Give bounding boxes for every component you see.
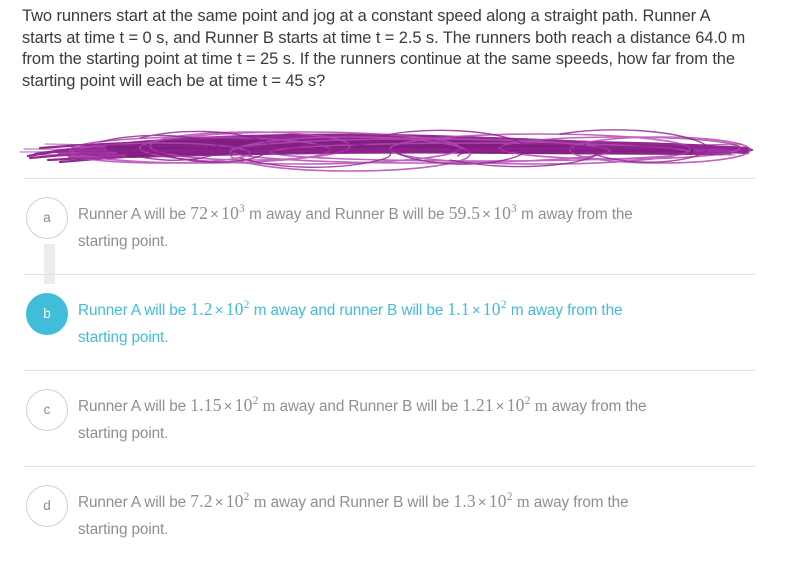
answer-d-line2: starting point. [78,521,169,538]
answer-option-d[interactable]: d Runner A will be 7.2 × 102 m away and Ru… [0,467,792,562]
answer-c-unit-2: m [534,396,548,415]
answer-d-unit-2: m [516,492,530,511]
answer-d-unit-1: m [253,492,267,511]
answer-option-b[interactable]: b Runner A will be 1.2 × 102 m away and ru… [0,275,792,370]
answer-b-pre: Runner A will be [78,302,191,319]
answer-text-d: Runner A will be 7.2 × 102 m away and Runn… [78,488,752,543]
answer-bullet-b[interactable]: b [26,293,68,335]
scribble-ink [19,129,754,172]
answer-c-value-2: 1.21 × 102 [462,395,531,415]
answer-b-value-1: 1.2 × 102 [190,299,250,319]
answer-a-value-2: 59.5 × 103 [448,203,517,223]
answer-option-a[interactable]: a Runner A will be 72 × 103 m away and Run… [0,179,792,274]
answer-c-mid: away and Runner B will be [275,398,463,415]
answer-a-mid: away and Runner B will be [261,206,449,223]
answer-text-c: Runner A will be 1.15 × 102 m away and Run… [78,392,752,447]
answer-a-pre: Runner A will be [78,206,191,223]
answer-b-line2: starting point. [78,329,169,346]
answer-b-unit-2: m [510,302,524,319]
answer-text-b: Runner A will be 1.2 × 102 m away and runn… [78,296,752,351]
answer-d-value-1: 7.2 × 102 [190,491,250,511]
answer-c-line2: starting point. [78,425,169,442]
question-stem: Two runners start at the same point and … [22,7,746,90]
answer-text-a: Runner A will be 72 × 103 m away and Runne… [78,200,752,255]
answer-bullet-a[interactable]: a [26,197,68,239]
answer-options-list: a Runner A will be 72 × 103 m away and Run… [0,178,792,562]
answer-a-value-1: 72 × 103 [190,203,245,223]
answer-bullet-c[interactable]: c [26,389,68,431]
answer-d-end: away from the [529,494,629,511]
answer-a-unit-2: m [521,206,534,223]
answer-b-unit-1: m [253,302,267,319]
answer-a-unit-1: m [249,206,262,223]
answer-option-c[interactable]: c Runner A will be 1.15 × 102 m away and R… [0,371,792,466]
answer-a-line2: starting point. [78,233,169,250]
scribble-annotation-region [0,118,792,284]
answer-d-value-2: 1.3 × 102 [453,491,513,511]
answer-c-value-1: 1.15 × 102 [190,395,259,415]
answer-b-mid: away and runner B will be [266,302,448,319]
answer-d-pre: Runner A will be [78,494,191,511]
answer-a-end: away from the [533,206,633,223]
answer-c-pre: Runner A will be [78,398,191,415]
answer-d-mid: away and Runner B will be [266,494,454,511]
answer-c-unit-1: m [262,396,276,415]
answer-bullet-d[interactable]: d [26,485,68,527]
answer-c-end: away from the [547,398,647,415]
answer-b-end: away from the [523,302,623,319]
answer-b-value-2: 1.1 × 102 [447,299,507,319]
